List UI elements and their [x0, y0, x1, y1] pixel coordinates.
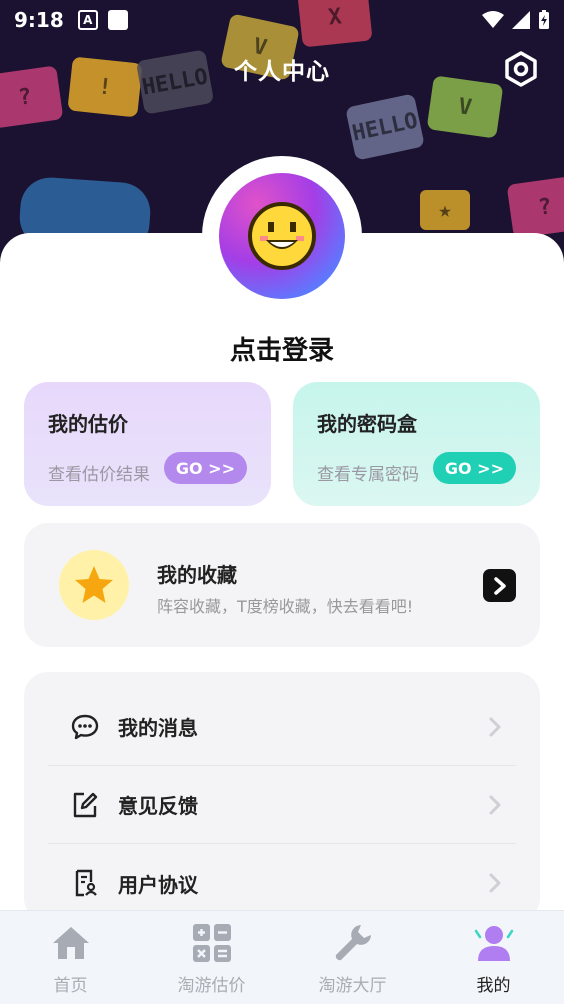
home-icon	[52, 927, 89, 959]
status-indicators	[482, 10, 550, 30]
signal-icon	[512, 11, 530, 29]
star-icon	[75, 566, 113, 603]
menu-item-messages[interactable]: 我的消息	[48, 688, 516, 766]
estimate-go-button[interactable]: GO >>	[163, 452, 247, 484]
hexagon-settings-icon	[505, 51, 537, 87]
tab-mine[interactable]: 我的	[423, 911, 564, 1004]
favorites-arrow-button[interactable]	[483, 569, 516, 602]
edit-note-icon	[73, 792, 98, 817]
favorites-title: 我的收藏	[157, 563, 237, 587]
decor-tile: ?	[506, 175, 564, 239]
password-go-button[interactable]: GO >>	[432, 452, 516, 484]
my-estimate-card[interactable]: 我的估价 查看估价结果 GO >>	[24, 382, 271, 506]
tab-hall[interactable]: 淘游大厅	[282, 911, 423, 1004]
favorites-subtitle: 阵容收藏，T度榜收藏，快去看看吧!	[157, 597, 414, 616]
tab-label: 淘游大厅	[318, 976, 387, 996]
tab-label: 淘游估价	[177, 976, 246, 996]
settings-menu: 我的消息 意见反馈 用户协议	[24, 672, 540, 922]
avatar	[219, 173, 345, 299]
card-subtitle: 查看专属密码	[317, 465, 419, 485]
page-title: 个人中心	[234, 59, 330, 85]
menu-label: 意见反馈	[118, 794, 198, 818]
menu-label: 我的消息	[118, 716, 198, 740]
tab-label: 我的	[476, 976, 511, 996]
status-bar: 9:18 A	[0, 0, 564, 40]
notification-square-icon	[107, 10, 128, 30]
tab-label: 首页	[53, 976, 88, 996]
status-time: 9:18	[14, 8, 64, 32]
settings-button[interactable]	[502, 50, 540, 88]
card-subtitle: 查看估价结果	[48, 465, 150, 485]
bottom-tab-bar: 首页 淘游估价 淘游大厅 我的	[0, 910, 564, 1004]
my-password-box-card[interactable]: 我的密码盒 查看专属密码 GO >>	[293, 382, 540, 506]
chat-bubble-icon	[71, 714, 99, 739]
battery-icon	[539, 10, 549, 29]
wifi-icon	[482, 11, 504, 28]
menu-label: 用户协议	[118, 872, 198, 897]
chevron-right-icon	[489, 873, 501, 893]
menu-item-feedback[interactable]: 意见反馈	[48, 766, 516, 844]
card-title: 我的密码盒	[317, 412, 417, 436]
user-document-icon	[75, 869, 97, 897]
star-badge	[59, 550, 129, 620]
chevron-right-icon	[489, 717, 501, 736]
tab-home[interactable]: 首页	[0, 911, 141, 1004]
card-title: 我的估价	[48, 412, 128, 436]
tab-estimate[interactable]: 淘游估价	[141, 911, 282, 1004]
smiley-face-icon	[248, 202, 316, 270]
decor-tile: ★	[420, 190, 470, 230]
avatar-button[interactable]	[202, 156, 362, 316]
wrench-icon	[335, 925, 371, 961]
profile-icon	[474, 926, 513, 961]
calculator-icon	[192, 924, 231, 962]
decor-tile: HELLO	[345, 93, 425, 161]
login-button[interactable]: 点击登录	[0, 330, 564, 367]
chevron-right-icon	[493, 576, 506, 595]
notification-a-icon: A	[77, 10, 98, 30]
favorites-card[interactable]: 我的收藏 阵容收藏，T度榜收藏，快去看看吧!	[24, 523, 540, 647]
chevron-right-icon	[489, 795, 501, 814]
